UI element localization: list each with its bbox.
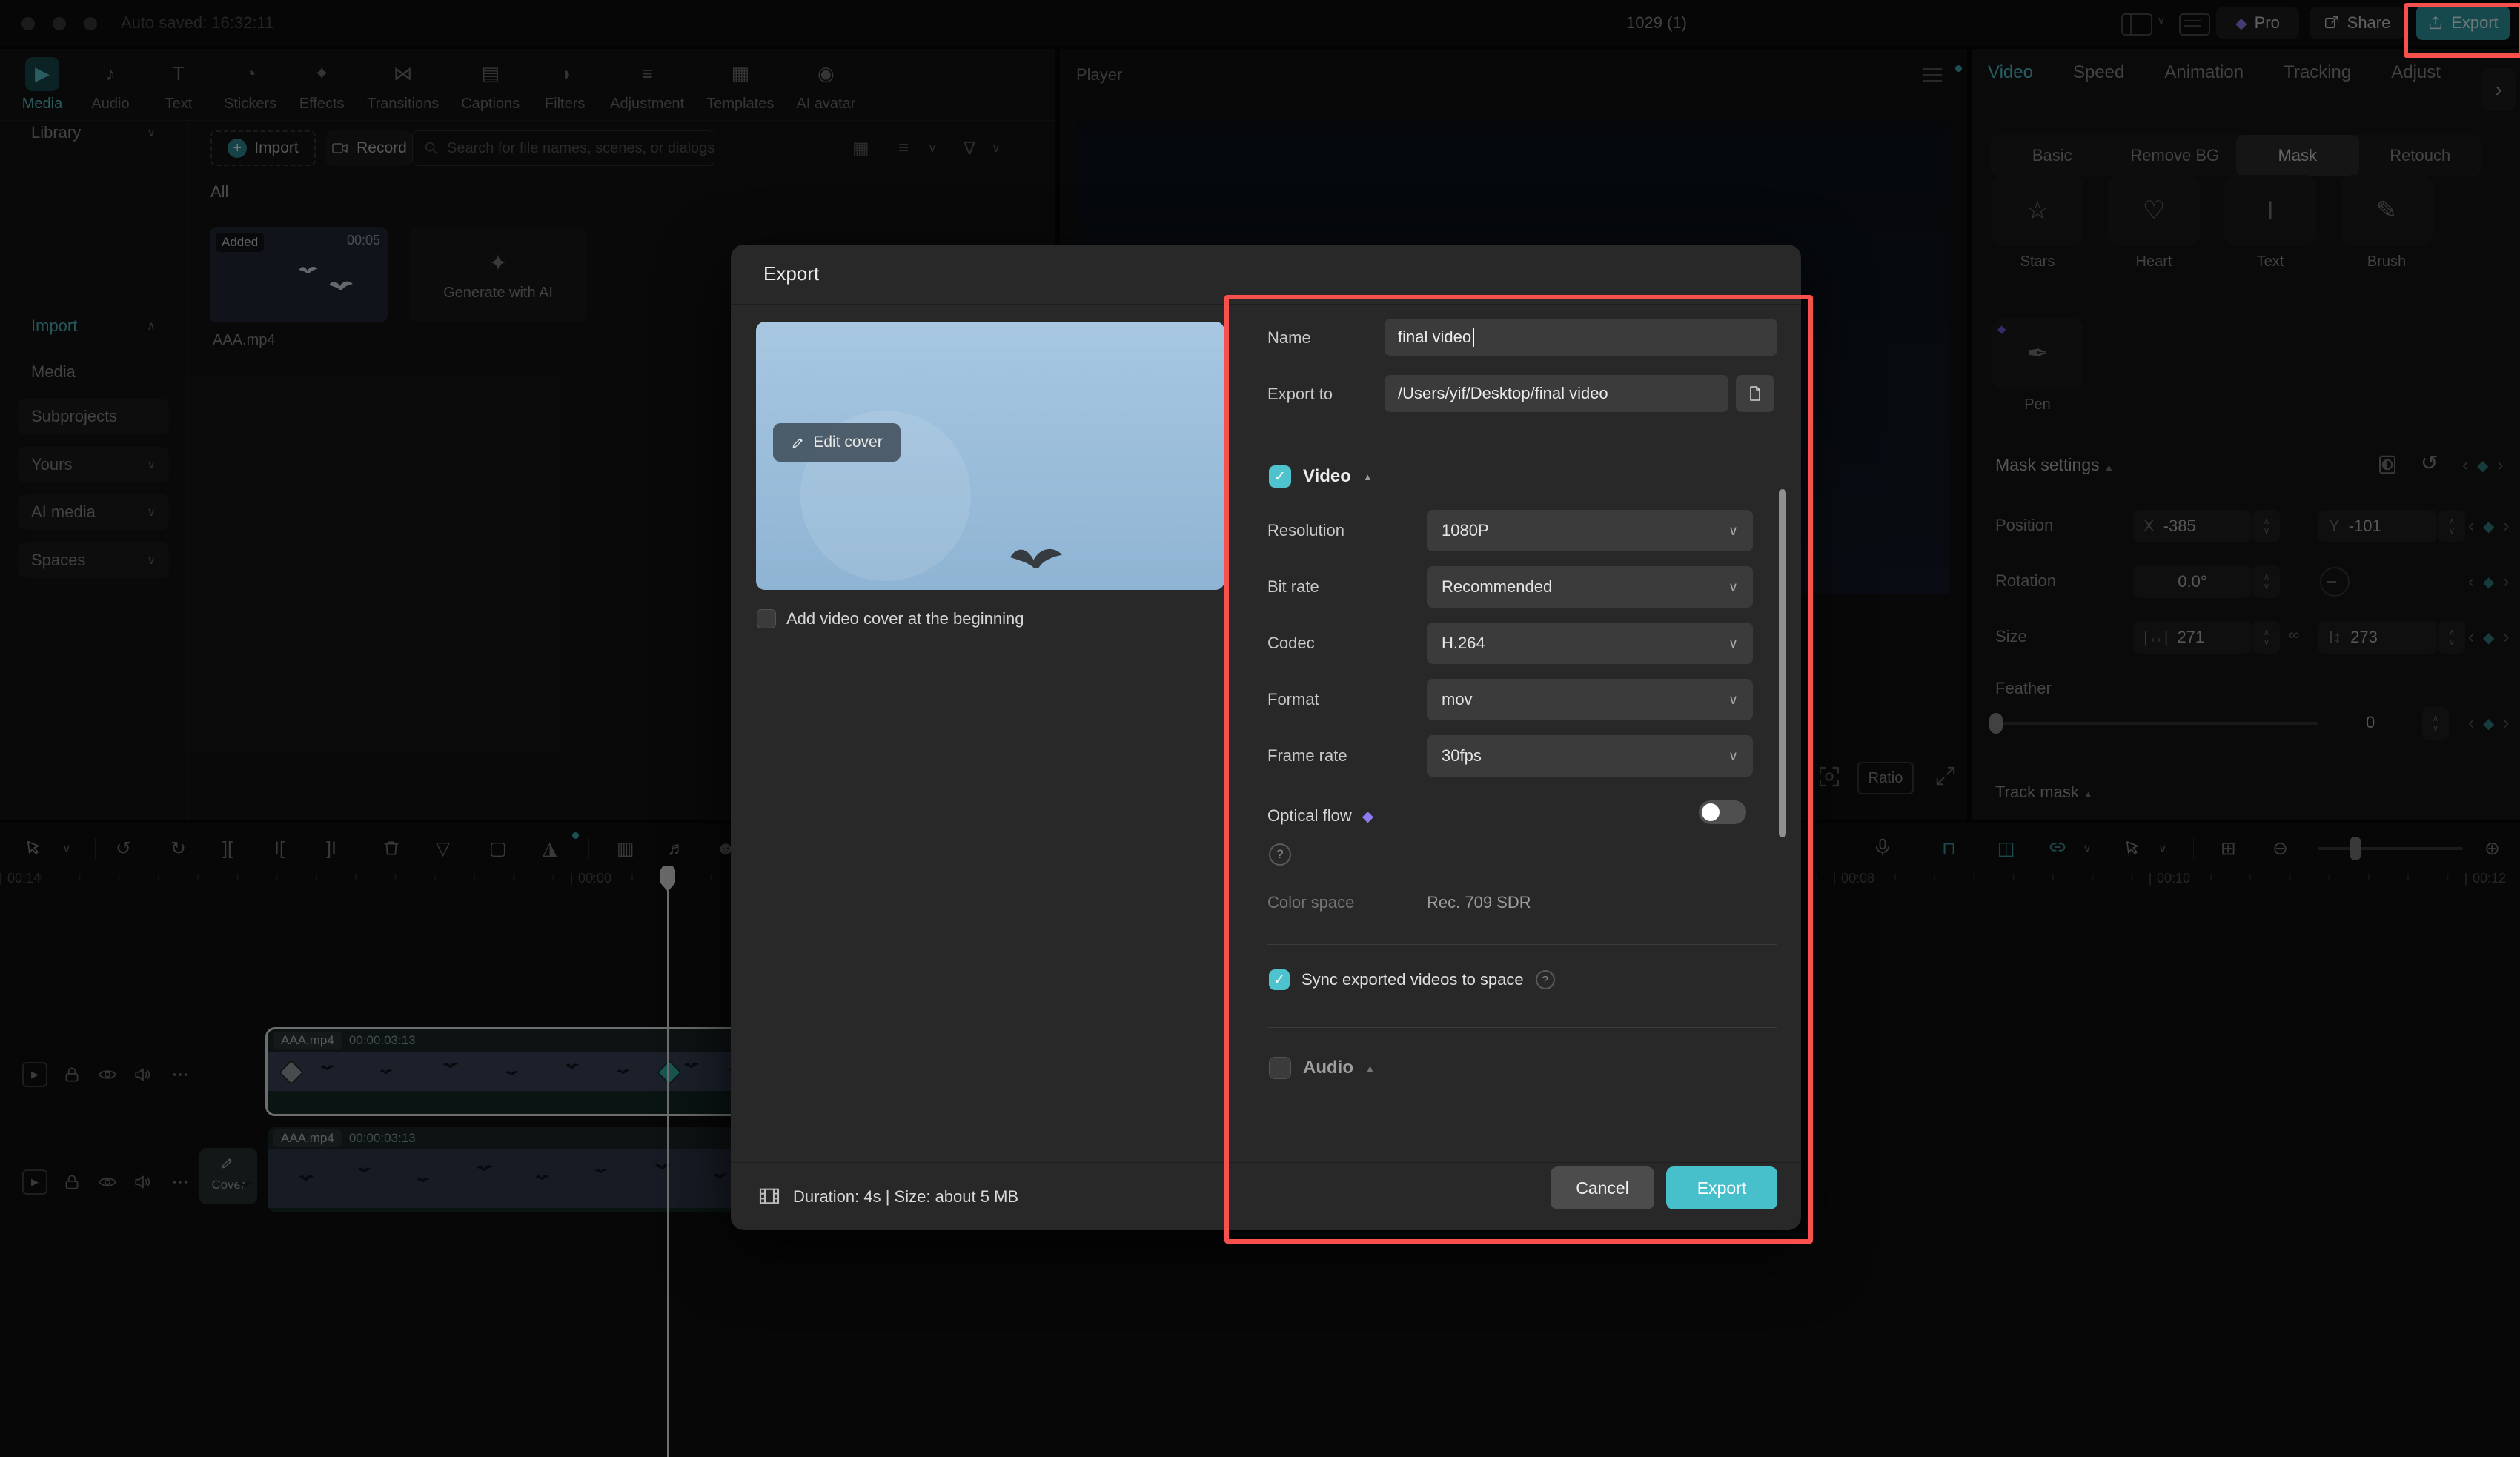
film-icon [757,1184,781,1208]
highlight-export-button [2404,3,2520,58]
edit-cover-button[interactable]: Edit cover [773,423,901,462]
add-cover-row[interactable]: Add video cover at the beginning [757,609,1024,628]
pencil-icon [791,435,806,450]
bird-silhouette [1001,537,1072,590]
export-summary: Duration: 4s | Size: about 5 MB [793,1187,1019,1206]
add-cover-checkbox[interactable] [757,609,776,628]
cover-preview: Edit cover [756,322,1224,590]
highlight-export-settings [1224,295,1813,1244]
capcut-app: Auto saved: 16:32:11 1029 (1) ∨ ◆ Pro Sh… [0,0,2520,1457]
dialog-title: Export [763,262,820,285]
